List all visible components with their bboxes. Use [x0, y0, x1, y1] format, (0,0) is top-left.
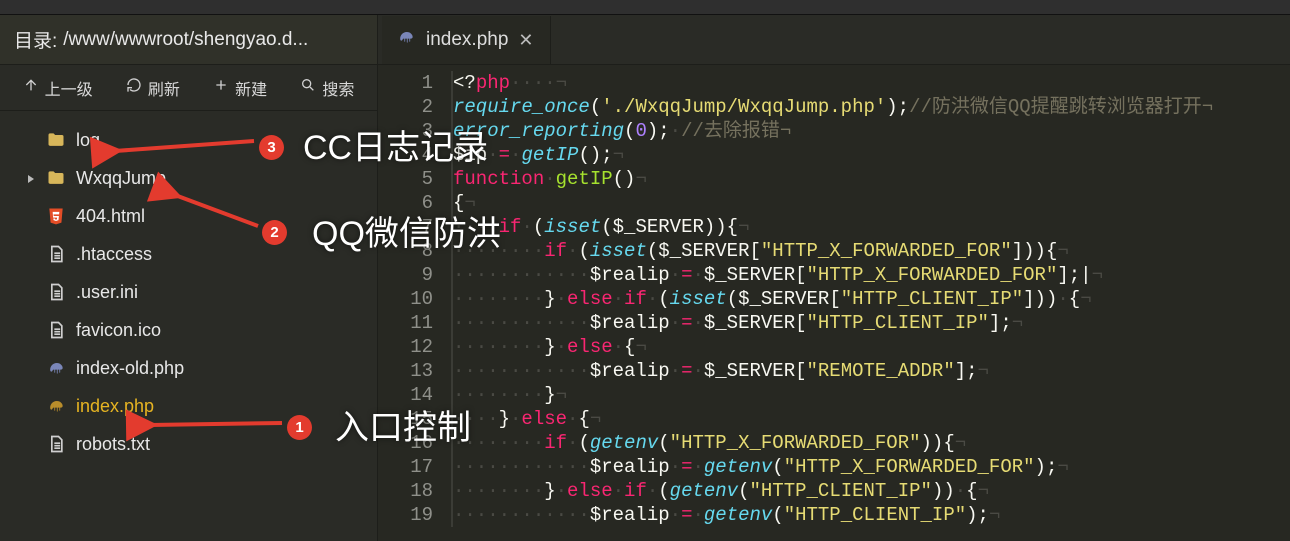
- tab-label: index.php: [426, 29, 508, 51]
- line-number: 3: [378, 119, 453, 143]
- line-number: 5: [378, 167, 453, 191]
- tree-item-404-html[interactable]: 404.html: [0, 197, 377, 235]
- code-line[interactable]: function·getIP()¬: [453, 167, 1290, 191]
- line-number: 18: [378, 479, 453, 503]
- folder-icon: [46, 168, 66, 188]
- code-line[interactable]: ········}·else·if·(isset($_SERVER["HTTP_…: [453, 287, 1290, 311]
- line-number: 9: [378, 263, 453, 287]
- tab-bar: index.php ✕: [378, 15, 1290, 65]
- tree-item--htaccess[interactable]: .htaccess: [0, 235, 377, 273]
- tree-item-label: robots.txt: [76, 434, 150, 455]
- tree-item-label: favicon.ico: [76, 320, 161, 341]
- line-gutter: 12345678910111213141516171819: [378, 65, 453, 541]
- code-lines[interactable]: <?php····¬require_once('./WxqqJump/WxqqJ…: [453, 65, 1290, 541]
- editor-pane: index.php ✕ 1234567891011121314151617181…: [378, 15, 1290, 541]
- file-icon: [46, 282, 66, 302]
- code-line[interactable]: {¬: [453, 191, 1290, 215]
- file-tree: log WxqqJump 404.html .htaccess .user.ini fav…: [0, 111, 377, 541]
- code-line[interactable]: ············$realip·=·getenv("HTTP_CLIEN…: [453, 503, 1290, 527]
- tree-item-WxqqJump[interactable]: WxqqJump: [0, 159, 377, 197]
- code-line[interactable]: require_once('./WxqqJump/WxqqJump.php');…: [453, 95, 1290, 119]
- line-number: 8: [378, 239, 453, 263]
- code-line[interactable]: ············$realip·=·$_SERVER["REMOTE_A…: [453, 359, 1290, 383]
- line-number: 11: [378, 311, 453, 335]
- path-value: /www/wwwroot/shengyao.d...: [63, 29, 308, 51]
- code-line[interactable]: ········if·(getenv("HTTP_X_FORWARDED_FOR…: [453, 431, 1290, 455]
- close-icon[interactable]: ✕: [518, 30, 533, 51]
- code-line[interactable]: ········if·(isset($_SERVER["HTTP_X_FORWA…: [453, 239, 1290, 263]
- tree-item-label: index-old.php: [76, 358, 184, 379]
- code-area[interactable]: 12345678910111213141516171819 <?php····¬…: [378, 65, 1290, 541]
- code-line[interactable]: ············$realip·=·getenv("HTTP_X_FOR…: [453, 455, 1290, 479]
- code-line[interactable]: ····if·(isset($_SERVER)){¬: [453, 215, 1290, 239]
- caret-icon: [26, 168, 36, 189]
- line-number: 15: [378, 407, 453, 431]
- code-line[interactable]: ········}·else·if·(getenv("HTTP_CLIENT_I…: [453, 479, 1290, 503]
- line-number: 13: [378, 359, 453, 383]
- top-menu-strip: [0, 0, 1290, 15]
- path-bar[interactable]: 目录: /www/wwwroot/shengyao.d...: [0, 15, 377, 65]
- tree-item-label: WxqqJump: [76, 168, 166, 189]
- line-number: 6: [378, 191, 453, 215]
- code-line[interactable]: ············$realip·=·$_SERVER["HTTP_X_F…: [453, 263, 1290, 287]
- line-number: 7: [378, 215, 453, 239]
- tree-item--user-ini[interactable]: .user.ini: [0, 273, 377, 311]
- refresh-icon: [126, 77, 142, 98]
- plus-icon: [213, 77, 229, 98]
- code-line[interactable]: error_reporting(0);·//去除报错¬: [453, 119, 1290, 143]
- new-button[interactable]: 新建: [213, 76, 267, 100]
- code-line[interactable]: $ip·=·getIP();¬: [453, 143, 1290, 167]
- line-number: 14: [378, 383, 453, 407]
- file-icon: [46, 320, 66, 340]
- folder-icon: [46, 130, 66, 150]
- line-number: 17: [378, 455, 453, 479]
- refresh-button[interactable]: 刷新: [126, 76, 180, 100]
- code-line[interactable]: ············$realip·=·$_SERVER["HTTP_CLI…: [453, 311, 1290, 335]
- tree-item-index-php[interactable]: index.php: [0, 387, 377, 425]
- search-button[interactable]: 搜索: [300, 76, 354, 100]
- tree-item-label: .user.ini: [76, 282, 138, 303]
- path-label: 目录:: [14, 26, 57, 53]
- file-icon: [46, 244, 66, 264]
- tree-item-label: index.php: [76, 396, 154, 417]
- tree-item-label: log: [76, 130, 100, 151]
- tree-item-index-old-php[interactable]: index-old.php: [0, 349, 377, 387]
- tree-item-log[interactable]: log: [0, 121, 377, 159]
- line-number: 1: [378, 71, 453, 95]
- html5-icon: [46, 206, 66, 226]
- code-line[interactable]: <?php····¬: [453, 71, 1290, 95]
- tree-item-label: 404.html: [76, 206, 145, 227]
- arrow-up-icon: [23, 77, 39, 98]
- tab-index-php[interactable]: index.php ✕: [382, 16, 551, 64]
- line-number: 2: [378, 95, 453, 119]
- file-explorer: 目录: /www/wwwroot/shengyao.d... 上一级 刷新 新建…: [0, 15, 378, 541]
- up-button[interactable]: 上一级: [23, 76, 93, 100]
- code-line[interactable]: ········}·else·{¬: [453, 335, 1290, 359]
- line-number: 10: [378, 287, 453, 311]
- explorer-toolbar: 上一级 刷新 新建 搜索: [0, 65, 377, 111]
- code-line[interactable]: ····}·else·{¬: [453, 407, 1290, 431]
- code-line[interactable]: ········}¬: [453, 383, 1290, 407]
- line-number: 4: [378, 143, 453, 167]
- search-icon: [300, 77, 316, 98]
- line-number: 19: [378, 503, 453, 527]
- elephant-icon: [396, 27, 416, 53]
- line-number: 12: [378, 335, 453, 359]
- elephant-icon: [46, 358, 66, 378]
- line-number: 16: [378, 431, 453, 455]
- tree-item-favicon-ico[interactable]: favicon.ico: [0, 311, 377, 349]
- file-icon: [46, 434, 66, 454]
- elephant-icon: [46, 396, 66, 416]
- tree-item-robots-txt[interactable]: robots.txt: [0, 425, 377, 463]
- tree-item-label: .htaccess: [76, 244, 152, 265]
